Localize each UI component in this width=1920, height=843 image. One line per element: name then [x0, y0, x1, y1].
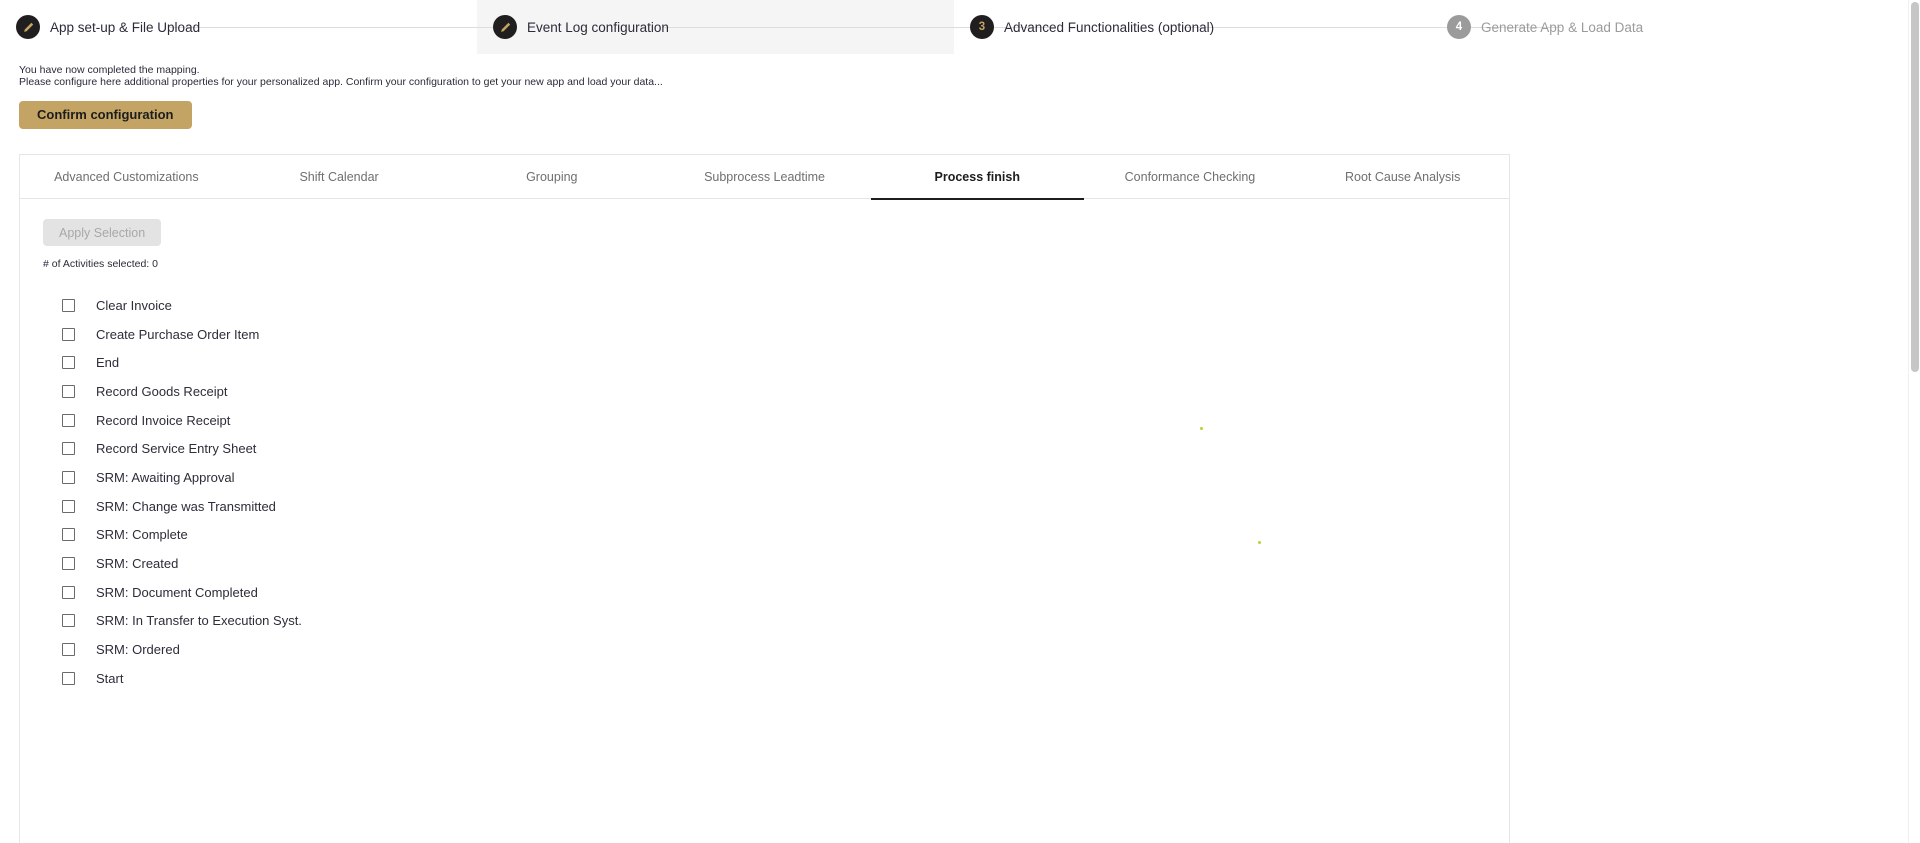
wizard-stepper: App set-up & File Upload Event Log confi…	[0, 0, 1908, 54]
list-item[interactable]: Record Service Entry Sheet	[43, 434, 1509, 463]
step-3[interactable]: 3 Advanced Functionalities (optional)	[954, 0, 1435, 54]
checkbox-create-purchase-order-item[interactable]	[62, 327, 75, 341]
step-connector	[1184, 27, 1435, 28]
tab-bar: Advanced Customizations Shift Calendar G…	[20, 155, 1509, 200]
activities-selected-count: # of Activities selected: 0	[43, 258, 158, 270]
list-item-label: Start	[96, 670, 124, 686]
intro-line-1: You have now completed the mapping.	[19, 64, 200, 76]
list-item[interactable]: End	[43, 348, 1509, 377]
list-item[interactable]: Start	[43, 664, 1509, 693]
checkbox-clear-invoice[interactable]	[62, 298, 75, 312]
apply-selection-button[interactable]: Apply Selection	[43, 219, 162, 246]
step-connector	[170, 27, 481, 28]
pencil-icon	[23, 22, 33, 32]
list-item-label: SRM: Change was Transmitted	[96, 498, 276, 514]
checkbox-srm-ordered[interactable]	[62, 643, 75, 657]
checkbox-srm-change-was-transmitted[interactable]	[62, 499, 75, 513]
tab-root-cause-analysis[interactable]: Root Cause Analysis	[1296, 155, 1509, 199]
intro-line-2: Please configure here additional propert…	[19, 75, 663, 88]
step-2-badge	[493, 15, 517, 39]
process-finish-panel: Apply Selection # of Activities selected…	[20, 199, 1509, 693]
checkbox-srm-awaiting-approval[interactable]	[62, 470, 75, 484]
list-item[interactable]: SRM: In Transfer to Execution Syst.	[43, 607, 1509, 636]
list-item[interactable]: SRM: Created	[43, 549, 1509, 578]
step-1-badge	[16, 15, 40, 39]
step-1[interactable]: App set-up & File Upload	[0, 0, 481, 54]
list-item[interactable]: Create Purchase Order Item	[43, 320, 1509, 349]
list-item-label: Record Service Entry Sheet	[96, 441, 257, 457]
list-item-label: End	[96, 355, 120, 371]
list-item-label: SRM: Awaiting Approval	[96, 469, 235, 485]
activity-checkbox-list: Clear Invoice Create Purchase Order Item…	[43, 291, 1509, 693]
step-4-badge: 4	[1447, 15, 1471, 39]
list-item[interactable]: Record Goods Receipt	[43, 377, 1509, 406]
tab-conformance-checking[interactable]: Conformance Checking	[1084, 155, 1297, 199]
list-item-label: SRM: Created	[96, 556, 179, 572]
checkbox-start[interactable]	[62, 671, 75, 685]
list-item[interactable]: Clear Invoice	[43, 291, 1509, 320]
checkbox-srm-complete[interactable]	[62, 528, 75, 542]
checkbox-record-service-entry-sheet[interactable]	[62, 442, 75, 456]
intro-text: You have now completed the mapping. Plea…	[0, 64, 1920, 89]
step-2-label: Event Log configuration	[527, 19, 669, 35]
list-item-label: Record Goods Receipt	[96, 383, 228, 399]
list-item[interactable]: Record Invoice Receipt	[43, 406, 1509, 435]
checkbox-end[interactable]	[62, 356, 75, 370]
list-item-label: SRM: Complete	[96, 527, 188, 543]
step-4-label: Generate App & Load Data	[1481, 19, 1644, 35]
tab-shift-calendar[interactable]: Shift Calendar	[233, 155, 446, 199]
checkbox-srm-created[interactable]	[62, 557, 75, 571]
list-item-label: Create Purchase Order Item	[96, 326, 260, 342]
list-item[interactable]: SRM: Awaiting Approval	[43, 463, 1509, 492]
tab-subprocess-leadtime[interactable]: Subprocess Leadtime	[658, 155, 871, 199]
list-item-label: SRM: Document Completed	[96, 584, 258, 600]
list-item-label: SRM: Ordered	[96, 642, 180, 658]
tab-grouping[interactable]: Grouping	[445, 155, 658, 199]
tab-advanced-customizations[interactable]: Advanced Customizations	[20, 155, 233, 199]
page-scrollbar-thumb[interactable]	[1911, 2, 1919, 372]
pencil-icon	[500, 22, 510, 32]
list-item[interactable]: SRM: Change was Transmitted	[43, 492, 1509, 521]
decorative-dot	[1258, 541, 1261, 544]
decorative-dot	[1200, 427, 1203, 430]
checkbox-srm-document-completed[interactable]	[62, 585, 75, 599]
step-3-badge: 3	[970, 15, 994, 39]
configuration-card: Advanced Customizations Shift Calendar G…	[19, 154, 1510, 843]
step-4[interactable]: 4 Generate App & Load Data	[1431, 0, 1908, 54]
tab-process-finish[interactable]: Process finish	[870, 155, 1084, 200]
checkbox-record-goods-receipt[interactable]	[62, 384, 75, 398]
confirm-configuration-button[interactable]: Confirm configuration	[19, 100, 192, 129]
step-3-label: Advanced Functionalities (optional)	[1004, 19, 1215, 35]
list-item-label: Record Invoice Receipt	[96, 412, 231, 428]
checkbox-srm-in-transfer-to-execution-syst[interactable]	[62, 614, 75, 628]
list-item-label: Clear Invoice	[96, 297, 172, 313]
step-connector	[663, 27, 958, 28]
page-scrollbar[interactable]	[1908, 0, 1920, 843]
list-item[interactable]: SRM: Document Completed	[43, 578, 1509, 607]
checkbox-record-invoice-receipt[interactable]	[62, 413, 75, 427]
step-2[interactable]: Event Log configuration	[477, 0, 958, 54]
step-1-label: App set-up & File Upload	[50, 19, 201, 35]
list-item[interactable]: SRM: Complete	[43, 521, 1509, 550]
list-item[interactable]: SRM: Ordered	[43, 635, 1509, 664]
list-item-label: SRM: In Transfer to Execution Syst.	[96, 613, 302, 629]
